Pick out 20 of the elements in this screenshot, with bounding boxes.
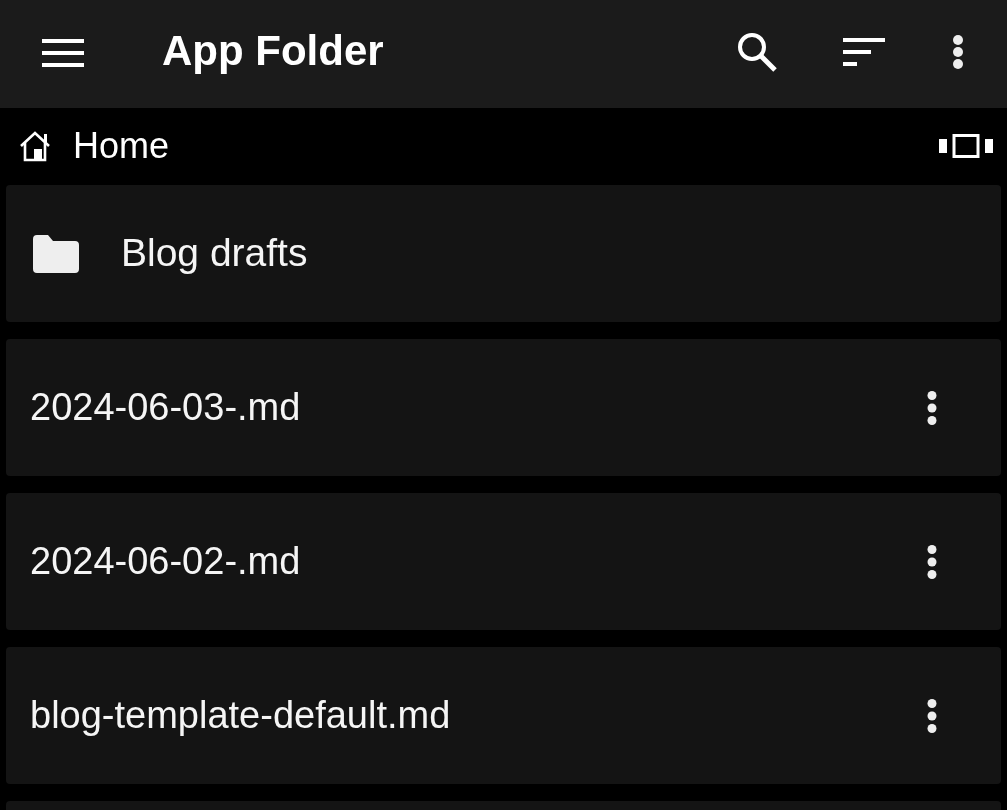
file-item[interactable]: blog-template-default.md bbox=[6, 647, 1001, 784]
search-icon[interactable] bbox=[737, 31, 777, 72]
file-item[interactable]: 2024-06-03-.md bbox=[6, 339, 1001, 476]
file-name: 2024-06-03-.md bbox=[30, 384, 301, 430]
sort-icon[interactable] bbox=[843, 38, 885, 66]
folder-item[interactable]: Blog drafts bbox=[6, 185, 1001, 322]
menu-icon[interactable] bbox=[42, 38, 84, 67]
file-name: 2024-06-02-.md bbox=[30, 538, 301, 584]
home-icon[interactable] bbox=[18, 129, 52, 162]
more-options-icon[interactable] bbox=[927, 698, 937, 733]
view-toggle-icon[interactable] bbox=[939, 133, 993, 158]
folder-name: Blog drafts bbox=[121, 230, 308, 277]
file-name: blog-template-default.md bbox=[30, 692, 451, 738]
more-options-icon[interactable] bbox=[927, 544, 937, 579]
app-title: App Folder bbox=[162, 25, 385, 76]
file-item[interactable]: 2024-06-02-.md bbox=[6, 493, 1001, 630]
more-options-icon[interactable] bbox=[952, 35, 964, 69]
more-options-icon[interactable] bbox=[927, 390, 937, 425]
folder-icon bbox=[33, 234, 79, 273]
breadcrumb-link[interactable]: Home bbox=[73, 123, 170, 168]
